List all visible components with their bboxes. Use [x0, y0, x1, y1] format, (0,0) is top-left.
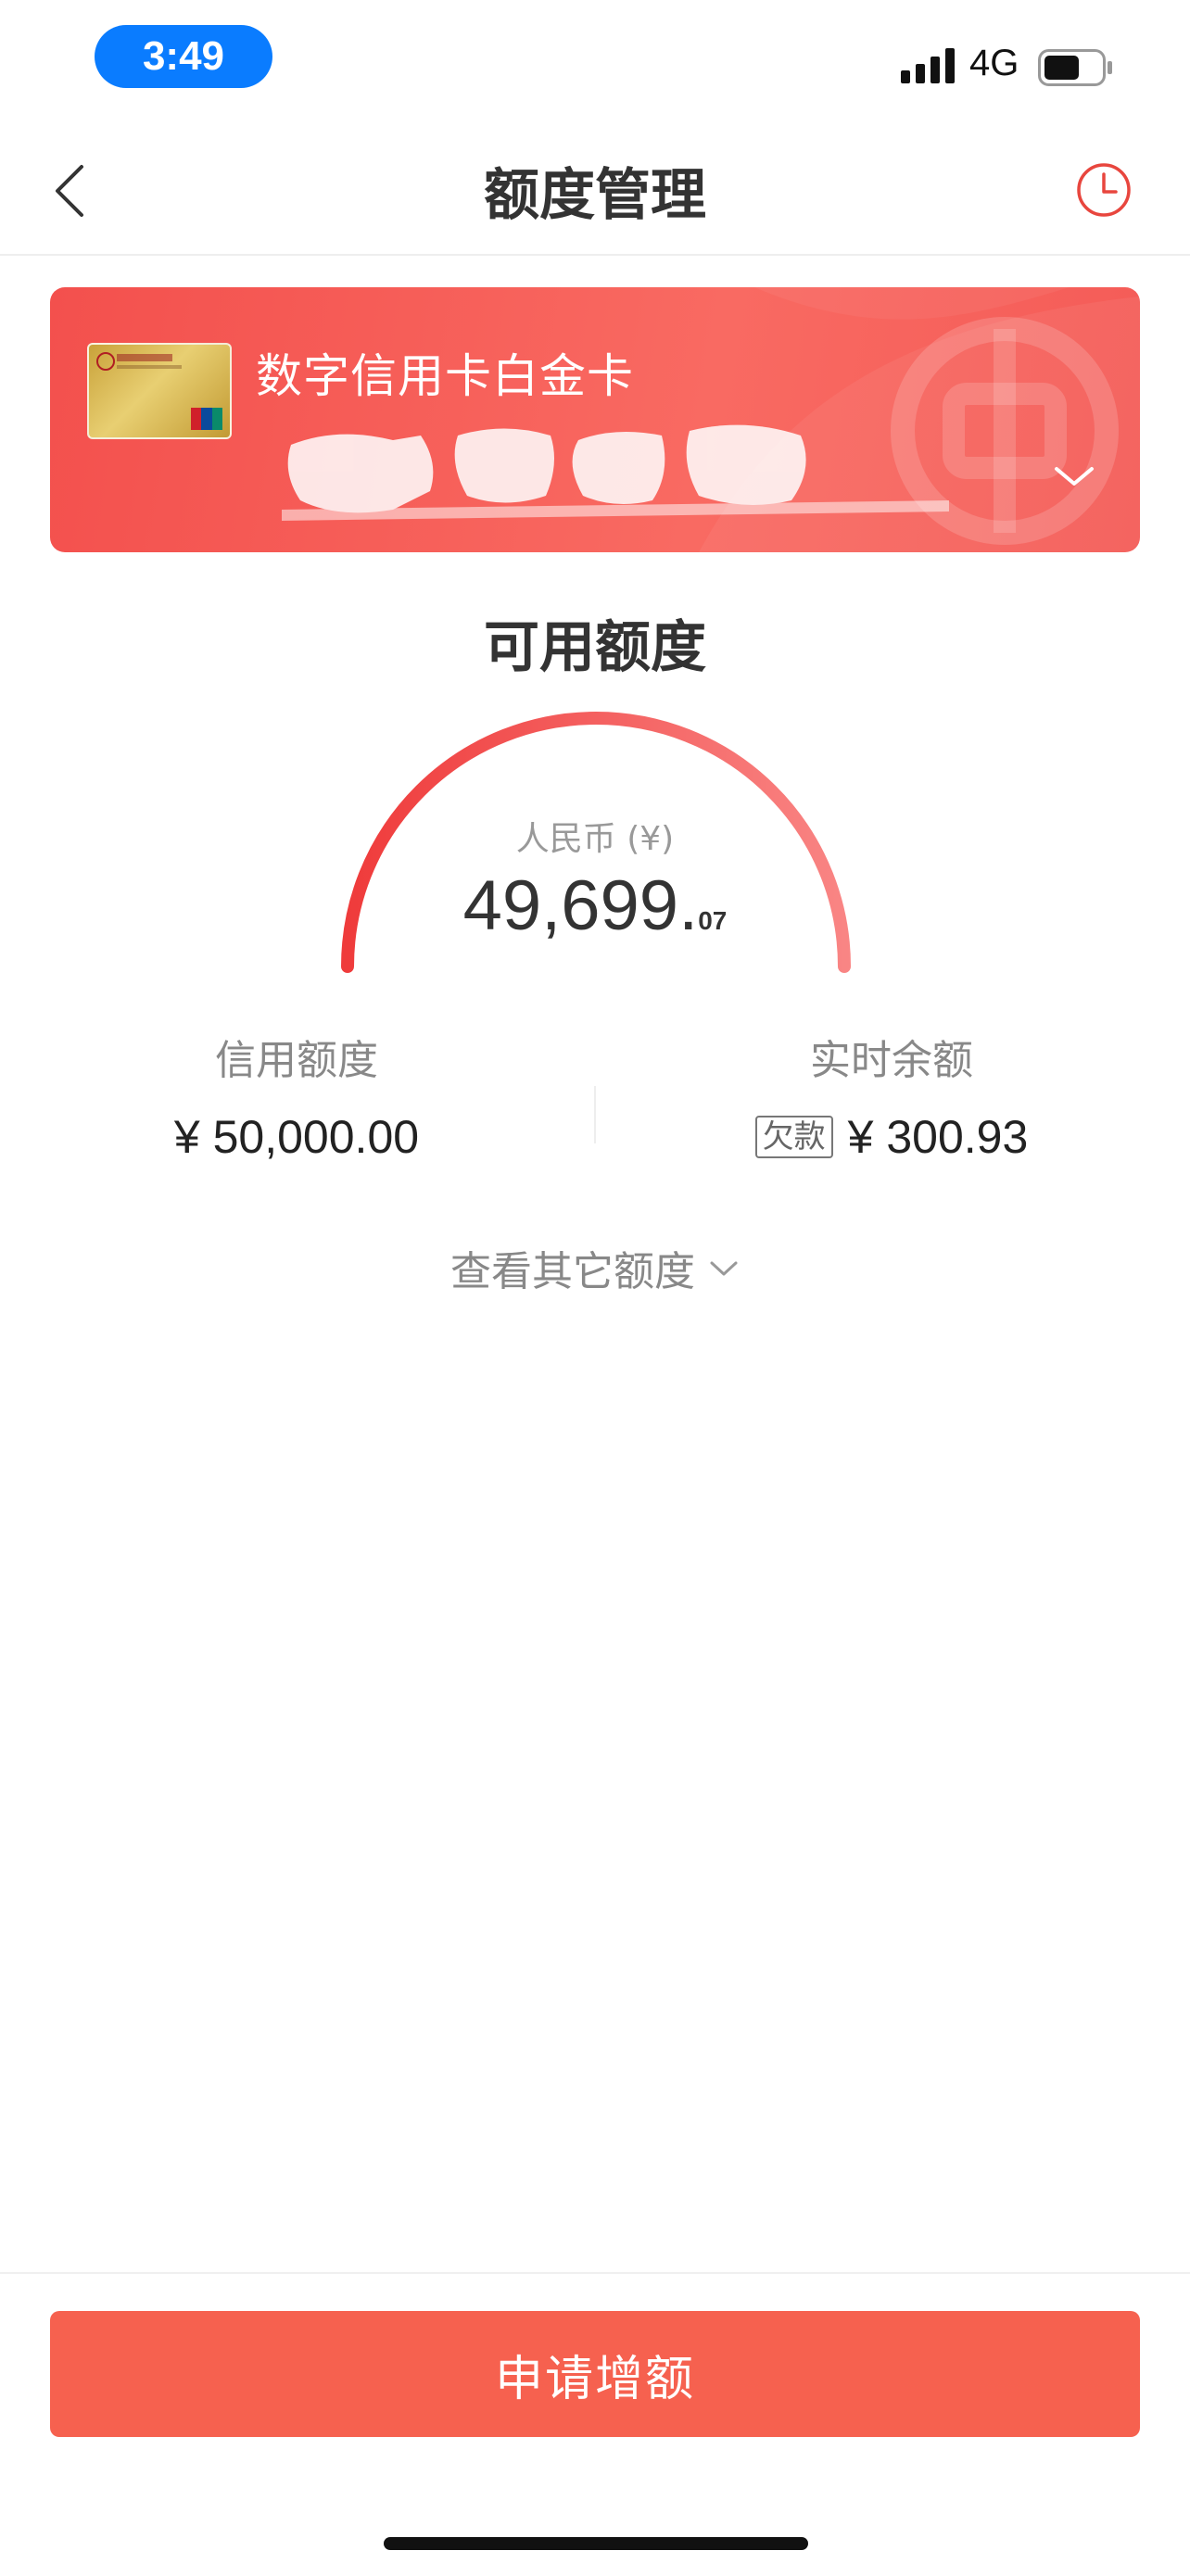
limits-divider [594, 1086, 596, 1143]
card-name: 数字信用卡白金卡 [256, 349, 634, 403]
credit-limit-value: ¥ 50,000.00 [173, 1111, 420, 1163]
chevron-down-icon [710, 1261, 738, 1276]
available-amount-decimal: 07 [698, 906, 728, 935]
view-other-limits-label: 查看其它额度 [450, 1248, 695, 1295]
chevron-down-icon[interactable] [1051, 460, 1097, 493]
credit-limit-block: 信用额度 ¥ 50,000.00 [111, 1027, 482, 1164]
credit-card-icon [87, 343, 232, 439]
page-title: 额度管理 [484, 163, 706, 228]
battery-icon [1038, 49, 1112, 86]
masked-card-number [282, 424, 949, 521]
available-amount-integer: 49,699. [462, 866, 699, 945]
balance-value-row: 欠款 ¥ 300.93 [706, 1110, 1077, 1164]
balance-value: ¥ 300.93 [847, 1111, 1029, 1163]
cellular-signal-icon [901, 48, 955, 83]
card-selector[interactable]: 数字信用卡白金卡 [50, 287, 1140, 552]
home-indicator [384, 2537, 808, 2550]
balance-label: 实时余额 [810, 1037, 973, 1084]
view-other-limits-button[interactable]: 查看其它额度 [0, 1238, 1190, 1297]
debt-badge: 欠款 [754, 1116, 833, 1158]
nav-bar: 额度管理 [0, 120, 1190, 256]
available-limit-title: 可用额度 [484, 615, 706, 680]
apply-limit-increase-button[interactable]: 申请增额 [50, 2311, 1140, 2437]
currency-label: 人民币 (¥) [515, 820, 675, 858]
available-amount: 49,699.07 [0, 865, 1190, 946]
balance-block: 实时余额 欠款 ¥ 300.93 [706, 1027, 1077, 1164]
status-bar: 3:49 4G [0, 0, 1190, 120]
unionpay-icon [191, 408, 222, 430]
network-type: 4G [969, 43, 1019, 83]
credit-limit-label: 信用额度 [215, 1037, 378, 1084]
status-time[interactable]: 3:49 [95, 25, 272, 88]
clock-icon[interactable] [1075, 161, 1133, 219]
